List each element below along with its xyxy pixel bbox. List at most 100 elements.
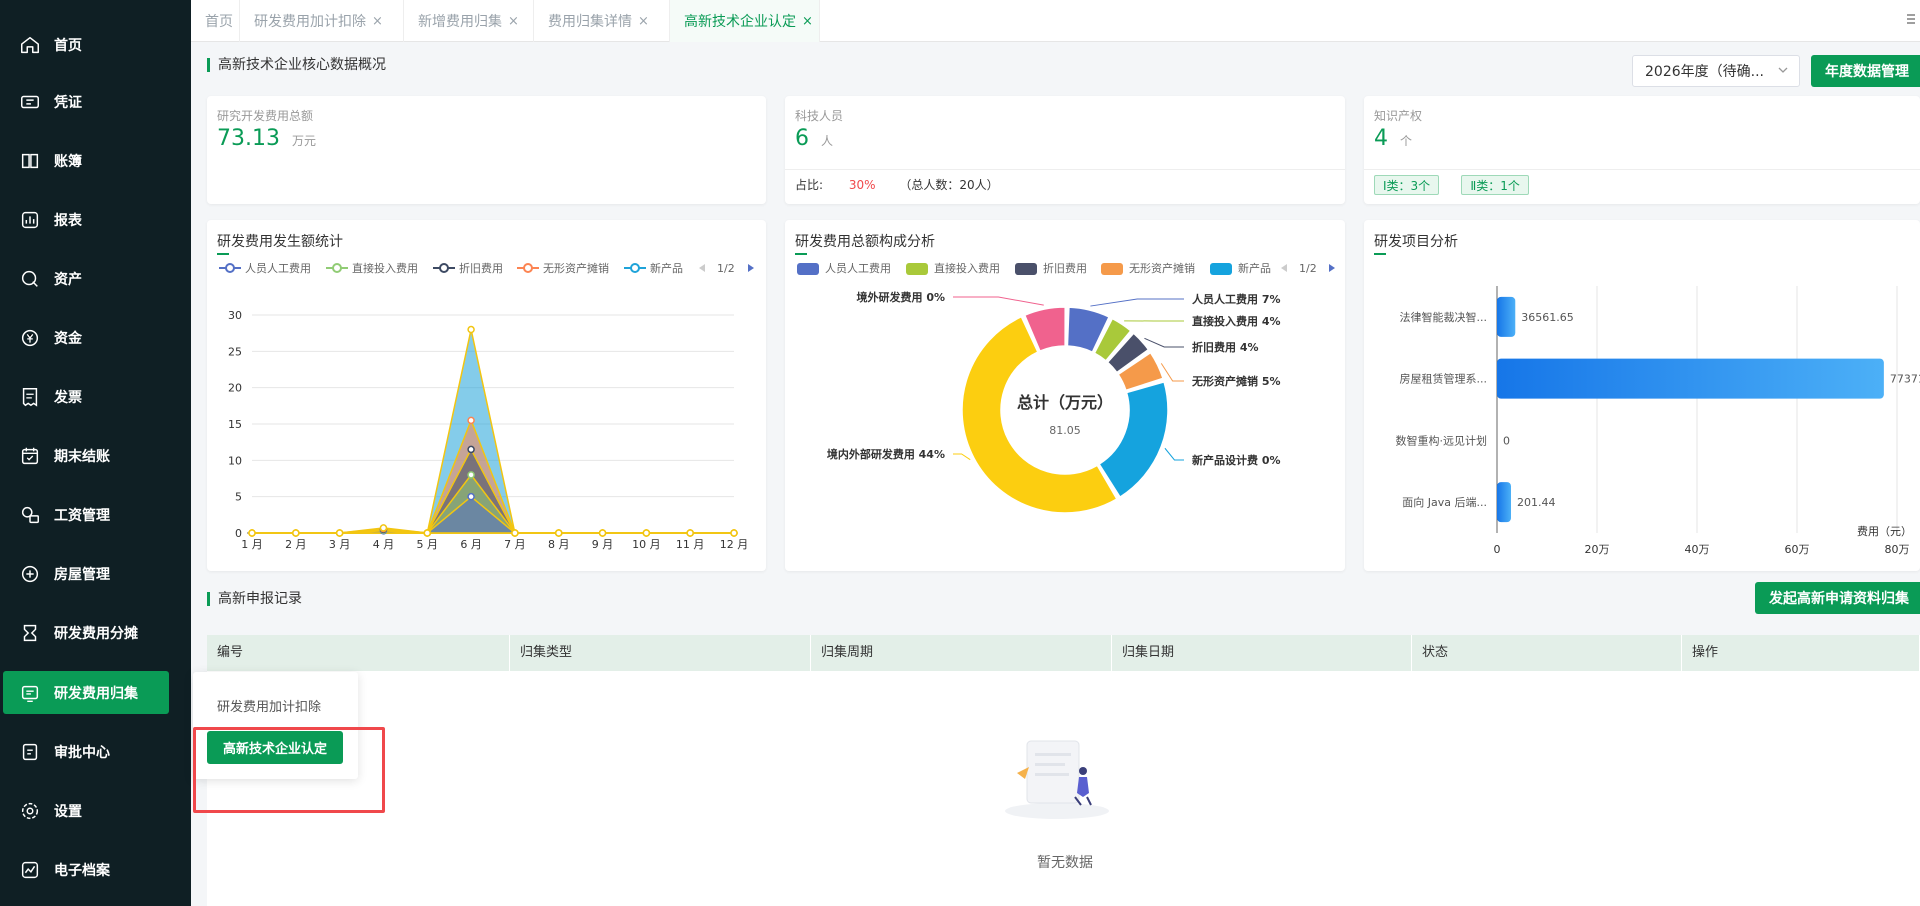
- x-tick-label: 80万: [1885, 543, 1910, 556]
- legend-item[interactable]: 无形资产摊销: [1101, 261, 1195, 275]
- house-icon: [18, 562, 42, 586]
- sidebar-item-label: 研发费用归集: [54, 685, 138, 702]
- data-point: [467, 445, 475, 454]
- tab-label: 新增费用归集: [418, 14, 502, 30]
- ip-label: 知识产权: [1374, 109, 1423, 123]
- empty-text: 暂无数据: [1037, 855, 1093, 871]
- sidebar-item-salary[interactable]: 工资管理: [0, 493, 191, 536]
- slice-label: 境外研发费用 0%: [856, 290, 945, 304]
- sidebar-item-label: 电子档案: [54, 862, 110, 879]
- sidebar-item-label: 账簿: [54, 153, 82, 170]
- sidebar-item-archive[interactable]: 电子档案: [0, 848, 191, 891]
- sidebar-item-label: 资产: [54, 271, 82, 288]
- x-tick-label: 12 月: [720, 538, 749, 551]
- legend-item[interactable]: 直接投入费用: [326, 261, 418, 275]
- legend-item[interactable]: 直接投入费用: [906, 261, 1000, 275]
- sidebar-item-ledger[interactable]: 账簿: [0, 139, 191, 182]
- data-point: [423, 529, 432, 537]
- legend-item[interactable]: 折旧费用: [1015, 261, 1087, 275]
- line-chart: 人员人工费用 直接投入费用 折旧费用 无形资产摊销 新产品 1/2051015202530…: [219, 261, 754, 551]
- y-tick-label: 15: [228, 418, 242, 431]
- legend-prev-icon[interactable]: [699, 264, 705, 272]
- sidebar-item-rd-collection[interactable]: 研发费用归集: [3, 671, 169, 714]
- sidebar-item-invoice[interactable]: 发票: [0, 375, 191, 418]
- sidebar-item-report[interactable]: 报表: [0, 198, 191, 241]
- sidebar-item-fund[interactable]: 资金: [0, 316, 191, 359]
- donut-chart-card: 研发费用总额构成分析 人员人工费用 直接投入费用 折旧费用 无形资产摊销 新产品 1/2 人…: [785, 220, 1345, 571]
- close-icon[interactable]: ×: [372, 14, 383, 29]
- slice-label: 折旧费用 4%: [1192, 340, 1259, 354]
- submenu-rd-deduction[interactable]: 研发费用加计扣除: [217, 696, 321, 715]
- leader-line: [953, 296, 1044, 306]
- rd-collection-icon: [18, 681, 42, 705]
- invoice-icon: [18, 385, 42, 409]
- legend-item[interactable]: 人员人工费用: [219, 262, 311, 275]
- tab-4[interactable]: 高新技术企业认定 ×: [670, 0, 820, 42]
- y-tick-label: 数智重构·远见计划: [1396, 433, 1488, 447]
- start-collection-button[interactable]: 发起高新申请资料归集: [1755, 582, 1920, 614]
- data-point: [686, 529, 694, 537]
- sidebar-item-asset[interactable]: 资产: [0, 257, 191, 300]
- close-icon[interactable]: ×: [508, 14, 519, 29]
- close-icon[interactable]: ×: [802, 14, 813, 29]
- menu-icon[interactable]: [1906, 12, 1916, 26]
- legend-next-icon[interactable]: [748, 264, 754, 272]
- divider: [1364, 169, 1920, 170]
- data-point: [467, 492, 475, 501]
- archive-icon: [18, 858, 42, 882]
- sidebar-item-rd-allocation[interactable]: 研发费用分摊: [0, 611, 191, 654]
- period-close-icon: [18, 444, 42, 468]
- close-icon[interactable]: ×: [638, 14, 649, 29]
- leader-line: [953, 453, 971, 461]
- y-tick-label: 30: [228, 309, 242, 322]
- tab-bar: 首页 研发费用加计扣除 × 新增费用归集 × 费用归集详情 × 高新技术企业认定 ×: [191, 0, 1920, 42]
- legend-item[interactable]: 无形资产摊销: [517, 261, 609, 275]
- donut-center-title: 总计（万元）: [1017, 393, 1113, 412]
- sidebar-item-period-close[interactable]: 期末结账: [0, 434, 191, 477]
- tab-1[interactable]: 研发费用加计扣除 ×: [240, 0, 404, 42]
- bar[interactable]: [1497, 482, 1511, 523]
- report-icon: [18, 208, 42, 232]
- bar[interactable]: [1497, 296, 1516, 337]
- ip-chips: Ⅰ类：3个 Ⅱ类：1个: [1374, 175, 1529, 195]
- x-tick-label: 40万: [1685, 543, 1710, 556]
- sidebar-item-voucher[interactable]: 凭证: [0, 80, 191, 123]
- legend-next-icon[interactable]: [1329, 264, 1335, 272]
- tab-label: 费用归集详情: [548, 14, 632, 30]
- submenu-hitech-cert[interactable]: 高新技术企业认定: [207, 731, 343, 764]
- fund-icon: [18, 326, 42, 350]
- ip-unit: 个: [1400, 134, 1413, 148]
- legend-item[interactable]: 新产品: [1210, 261, 1271, 275]
- ledger-icon: [18, 149, 42, 173]
- staff-number: 6: [795, 126, 809, 151]
- legend-item[interactable]: 新产品: [624, 261, 683, 275]
- staff-total: （总人数：20人）: [899, 178, 999, 192]
- annual-data-button[interactable]: 年度数据管理: [1811, 55, 1920, 87]
- x-tick-label: 3 月: [329, 538, 351, 551]
- tab-2[interactable]: 新增费用归集 ×: [404, 0, 534, 42]
- sidebar-item-approval[interactable]: 审批中心: [0, 730, 191, 773]
- tab-label: 高新技术企业认定: [684, 14, 796, 30]
- staff-label: 科技人员: [795, 109, 844, 123]
- legend-label: 无形资产摊销: [1129, 261, 1195, 275]
- legend-label: 折旧费用: [459, 261, 503, 275]
- sidebar-item-home[interactable]: 首页: [0, 23, 191, 66]
- sidebar-item-settings[interactable]: 设置: [0, 789, 191, 832]
- empty-illustration-icon: [1005, 740, 1109, 819]
- legend-item[interactable]: 折旧费用: [433, 261, 503, 275]
- legend-item[interactable]: 人员人工费用: [797, 262, 891, 275]
- slice-label: 境内外部研发费用 44%: [827, 447, 945, 461]
- tab-3[interactable]: 费用归集详情 ×: [534, 0, 670, 42]
- bar-value-label: 773719.4: [1890, 373, 1920, 386]
- sidebar-item-house[interactable]: 房屋管理: [0, 552, 191, 595]
- legend-label: 直接投入费用: [934, 261, 1000, 275]
- tab-0[interactable]: 首页: [191, 0, 240, 42]
- data-point: [248, 529, 256, 537]
- bar[interactable]: [1497, 358, 1884, 399]
- sidebar-item-label: 发票: [54, 389, 82, 406]
- bar-chart: 0 20万 40万 60万 80万 费用（元） 法律智能裁决智... 36561.65 房屋租赁…: [1396, 286, 1920, 556]
- year-select[interactable]: 2026年度（待确...: [1632, 55, 1800, 87]
- leader-line: [1144, 337, 1184, 348]
- legend-prev-icon[interactable]: [1281, 264, 1287, 272]
- staff-ratio-row: 占比: 30% （总人数：20人）: [795, 176, 999, 193]
